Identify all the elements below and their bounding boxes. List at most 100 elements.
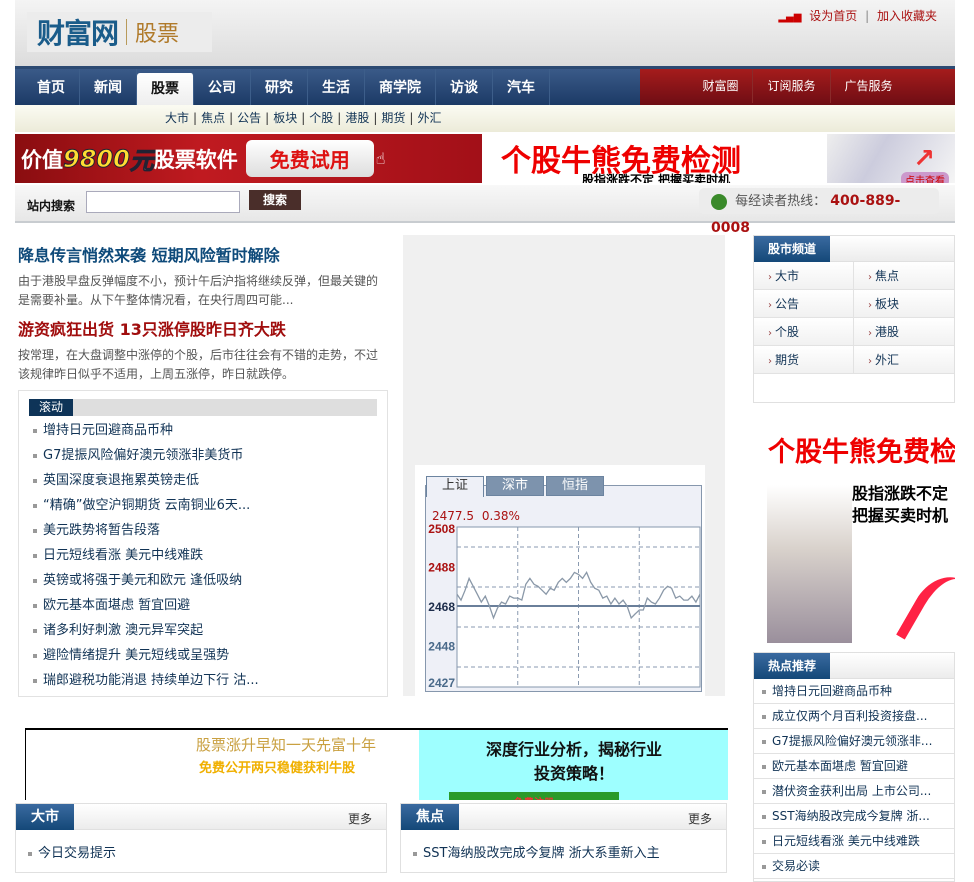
- set-home-link[interactable]: 设为首页: [809, 9, 857, 23]
- lead-headline[interactable]: 游资疯狂出货 13只涨停股昨日齐大跌: [18, 316, 388, 340]
- news-item[interactable]: “精确”做空沪铜期货 云南铜业6天...: [33, 493, 259, 518]
- channel-link[interactable]: › 焦点: [854, 262, 954, 290]
- news-item[interactable]: 英国深度衰退拖累英镑走低: [33, 468, 259, 493]
- news-item[interactable]: 诸多利好刺激 澳元异军突起: [33, 618, 259, 643]
- side-ad[interactable]: 个股牛熊免费检测 股指涨跌不定把握买卖时机: [762, 425, 955, 643]
- nav-right-item[interactable]: 财富圈: [688, 69, 754, 103]
- subnav-item[interactable]: 大市: [165, 111, 189, 125]
- chevron-right-icon: ›: [868, 300, 872, 311]
- hot-item[interactable]: 欧元基本面堪虑 暂宜回避: [754, 754, 954, 779]
- more-link[interactable]: 更多: [348, 810, 372, 827]
- hot-item[interactable]: SST海纳股改完成今复牌 浙...: [754, 804, 954, 829]
- industry-analysis-ad[interactable]: 深度行业分析，揭秘行业投资策略！ 免费注册: [419, 730, 728, 800]
- nav-item[interactable]: 访谈: [436, 69, 493, 105]
- hot-recommend-box: 热点推荐 增持日元回避商品币种 成立仅两个月百利投资接盘... G7提振风险偏好澳元…: [753, 652, 955, 882]
- news-title: 诸多利好刺激 澳元异军突起: [43, 623, 204, 638]
- news-item[interactable]: 英镑或将强于美元和欧元 逢低吸纳: [33, 568, 259, 593]
- chevron-right-icon: ›: [868, 328, 872, 339]
- bullet-icon: [762, 839, 766, 844]
- channel-link[interactable]: › 大市: [754, 262, 854, 290]
- news-title: G7提振风险偏好澳元领涨非美货币: [43, 448, 244, 463]
- y-tick-label: 2468: [428, 600, 455, 614]
- search-label: 站内搜索: [27, 199, 76, 213]
- channel-label: 港股: [875, 325, 900, 339]
- bullet-icon: [33, 503, 37, 508]
- news-item[interactable]: 瑞郎避税功能消退 持续单边下行 沽...: [33, 668, 259, 693]
- channel-link[interactable]: › 板块: [854, 290, 954, 318]
- subnav-item[interactable]: 板块: [273, 111, 297, 125]
- ad-line[interactable]: 免费公开两只稳健获利牛股: [199, 757, 355, 776]
- ad-line: 把握买卖时机: [852, 506, 949, 525]
- lead-headline[interactable]: 降息传言悄然来袭 短期风险暂时解除: [18, 242, 388, 266]
- nav-item[interactable]: 商学院: [365, 69, 436, 105]
- subnav-item[interactable]: 港股: [345, 111, 369, 125]
- nav-item[interactable]: 首页: [23, 69, 80, 105]
- news-item[interactable]: 避险情绪提升 美元短线或呈强势: [33, 643, 259, 668]
- news-item[interactable]: 增持日元回避商品币种: [33, 418, 259, 443]
- nav-item[interactable]: 汽车: [493, 69, 550, 105]
- stock-check-ad-banner[interactable]: 个股牛熊免费检测 股指涨跌不定 把握买卖时机 ↗ 点击查看: [487, 134, 955, 183]
- focus-box: 焦点 更多 SST海纳股改完成今复牌 浙大系重新入主: [400, 803, 727, 873]
- bullet-icon: [762, 864, 766, 869]
- bullet-icon: [762, 739, 766, 744]
- hot-item[interactable]: 增持日元回避商品币种: [754, 679, 954, 704]
- hot-item[interactable]: 潜伏资金获利出局 上市公司...: [754, 779, 954, 804]
- text-ad-banner[interactable]: 股票涨升早知一天先富十年 免费公开两只稳健获利牛股 深度行业分析，揭秘行业投资策…: [25, 728, 728, 800]
- nav-right-item[interactable]: 订阅服务: [753, 69, 831, 103]
- subnav-item[interactable]: 公告: [237, 111, 261, 125]
- site-logo[interactable]: 财富网 股票: [27, 12, 212, 52]
- news-item[interactable]: 美元跌势将暂告段落: [33, 518, 259, 543]
- bullet-icon: [762, 789, 766, 794]
- channel-link[interactable]: › 外汇: [854, 346, 954, 374]
- news-title: “精确”做空沪铜期货 云南铜业6天...: [43, 498, 251, 513]
- hot-title: SST海纳股改完成今复牌 浙...: [772, 809, 930, 823]
- add-favorite-link[interactable]: 加入收藏夹: [877, 9, 937, 23]
- news-item[interactable]: 日元短线看涨 美元中线难跌: [33, 543, 259, 568]
- hot-list: 增持日元回避商品币种 成立仅两个月百利投资接盘... G7提振风险偏好澳元领涨非..…: [754, 679, 954, 879]
- channel-link[interactable]: › 港股: [854, 318, 954, 346]
- nav-item[interactable]: 公司: [194, 69, 251, 105]
- list-item[interactable]: 今日交易提示: [28, 842, 386, 866]
- search-input[interactable]: [86, 191, 240, 213]
- search-button[interactable]: 搜索: [249, 190, 301, 210]
- nav-item[interactable]: 新闻: [80, 69, 137, 105]
- channel-link[interactable]: › 个股: [754, 318, 854, 346]
- scroll-news-list: 增持日元回避商品币种 G7提振风险偏好澳元领涨非美货币英国深度衰退拖累英镑走低 “精…: [33, 418, 259, 693]
- subnav-item[interactable]: 外汇: [417, 111, 441, 125]
- subnav-item[interactable]: 焦点: [201, 111, 225, 125]
- channel-label: 板块: [875, 297, 900, 311]
- ad-line: 股指涨跌不定: [852, 484, 949, 503]
- nav-right-item[interactable]: 广告服务: [831, 69, 907, 103]
- nav-item[interactable]: 生活: [308, 69, 365, 105]
- box-title: 焦点: [401, 804, 459, 830]
- nav-item[interactable]: 股票: [137, 73, 194, 105]
- channel-link[interactable]: › 公告: [754, 290, 854, 318]
- divider: |: [337, 111, 342, 125]
- search-bar: 站内搜索 搜索 每经读者热线： 400-889-0008: [15, 185, 955, 236]
- news-item[interactable]: 欧元基本面堪虑 暂宜回避: [33, 593, 259, 618]
- software-ad-banner[interactable]: 价值 9800 元 股票软件 免费试用 ☝: [15, 134, 482, 183]
- hot-item[interactable]: 交易必读: [754, 854, 954, 879]
- sub-nav: 大市 | 焦点 | 公告 | 板块 | 个股 | 港股 | 期货 | 外汇: [15, 105, 955, 132]
- ad-line[interactable]: 股票涨升早知一天先富十年: [196, 734, 376, 755]
- hot-item[interactable]: 日元短线看涨 美元中线难跌: [754, 829, 954, 854]
- nav-item[interactable]: 研究: [251, 69, 308, 105]
- bullet-icon: [33, 478, 37, 483]
- logo-main: 财富网: [37, 17, 119, 50]
- channel-link[interactable]: › 期货: [754, 346, 854, 374]
- subnav-item[interactable]: 个股: [309, 111, 333, 125]
- free-trial-button[interactable]: 免费试用: [245, 140, 374, 177]
- bullet-icon: [28, 851, 32, 856]
- swoosh-graphic: [896, 565, 955, 643]
- hot-item[interactable]: 成立仅两个月百利投资接盘...: [754, 704, 954, 729]
- more-link[interactable]: 更多: [688, 810, 712, 827]
- channel-label: 外汇: [875, 353, 900, 367]
- list-item[interactable]: SST海纳股改完成今复牌 浙大系重新入主: [413, 842, 726, 866]
- hot-item[interactable]: G7提振风险偏好澳元领涨非...: [754, 729, 954, 754]
- register-button[interactable]: 免费注册: [449, 792, 619, 800]
- bullet-icon: [762, 714, 766, 719]
- news-item[interactable]: G7提振风险偏好澳元领涨非美货币: [33, 443, 259, 468]
- channel-label: 大市: [775, 269, 800, 283]
- subnav-item[interactable]: 期货: [381, 111, 405, 125]
- divider: |: [193, 111, 198, 125]
